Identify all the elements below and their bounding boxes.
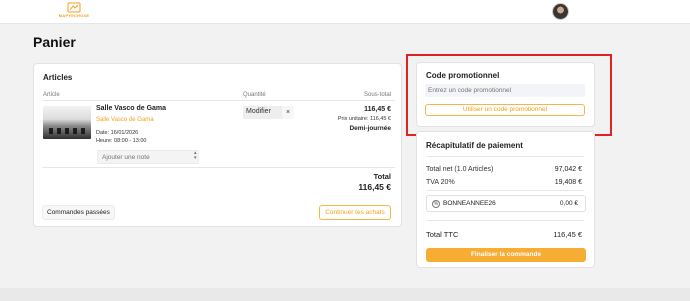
total-label: Total — [373, 172, 391, 181]
tva-value: 19,408 € — [554, 179, 582, 186]
room-name: Salle Vasco de Gama — [96, 105, 167, 112]
column-subtotal: Sous-total — [363, 92, 391, 98]
apply-promo-button[interactable]: Utiliser un code promotionnel — [425, 104, 585, 116]
ttc-label: Total TTC — [426, 230, 459, 239]
logo-icon — [67, 2, 81, 13]
modify-quantity-button[interactable]: Modifier — [246, 108, 271, 115]
note-input[interactable] — [97, 150, 199, 164]
divider — [426, 190, 584, 191]
column-article: Article — [43, 92, 60, 98]
logo[interactable]: MAPYECHOSE — [57, 2, 91, 21]
continue-shopping-button[interactable]: Continuer tes achats — [319, 205, 391, 220]
applied-coupon: % BONNEANNEE26 0,00 € — [426, 195, 586, 212]
column-quantity: Quantité — [243, 92, 266, 98]
summary-title: Récapitulatif de paiement — [426, 141, 523, 150]
room-time: Heure: 08:00 - 13:00 — [96, 138, 147, 144]
articles-title: Articles — [43, 73, 73, 82]
net-total-value: 97,042 € — [554, 166, 582, 173]
promo-code-input[interactable] — [425, 84, 585, 97]
room-thumbnail — [43, 106, 91, 139]
articles-card: Articles Article Quantité Sous-total Sal… — [33, 63, 402, 227]
remove-item-button[interactable]: × — [282, 106, 294, 119]
room-subtitle-link[interactable]: Salle Vasco de Gama — [96, 117, 154, 123]
unit-price: Prix unitaire: 116,45 € — [337, 116, 391, 122]
divider — [426, 156, 584, 157]
net-total-label: Total net (1.0 Articles) — [426, 166, 494, 173]
divider — [42, 100, 395, 101]
total-value: 116,45 € — [358, 182, 391, 192]
coupon-code: BONNEANNEE26 — [443, 200, 496, 207]
quantity-control: Modifier × — [243, 106, 294, 119]
promo-card: Code promotionnel Utiliser un code promo… — [416, 62, 595, 127]
resize-handle-icon[interactable]: ▴ ▾ — [194, 151, 197, 161]
coupon-value: 0,00 € — [559, 200, 578, 207]
footer-strip — [0, 288, 690, 301]
divider — [42, 167, 395, 168]
logo-text: MAPYECHOSE — [58, 13, 90, 18]
user-avatar[interactable] — [552, 3, 569, 20]
ttc-value: 116,45 € — [553, 230, 582, 239]
room-date: Date: 16/01/2026 — [96, 130, 139, 136]
duration: Demi-journée — [349, 125, 391, 132]
page-title: Panier — [33, 34, 76, 50]
promo-title: Code promotionnel — [426, 71, 500, 80]
order-history-button[interactable]: Commandes passées — [42, 205, 115, 220]
payment-summary-card: Récapitulatif de paiement Total net (1.0… — [416, 131, 595, 268]
top-bar: MAPYECHOSE — [0, 0, 690, 24]
item-price: 116,45 € — [364, 106, 391, 113]
coupon-icon: % — [432, 200, 440, 208]
checkout-button[interactable]: Finaliser la commande — [426, 248, 586, 262]
tva-label: TVA 20% — [426, 179, 455, 186]
divider — [426, 220, 584, 221]
